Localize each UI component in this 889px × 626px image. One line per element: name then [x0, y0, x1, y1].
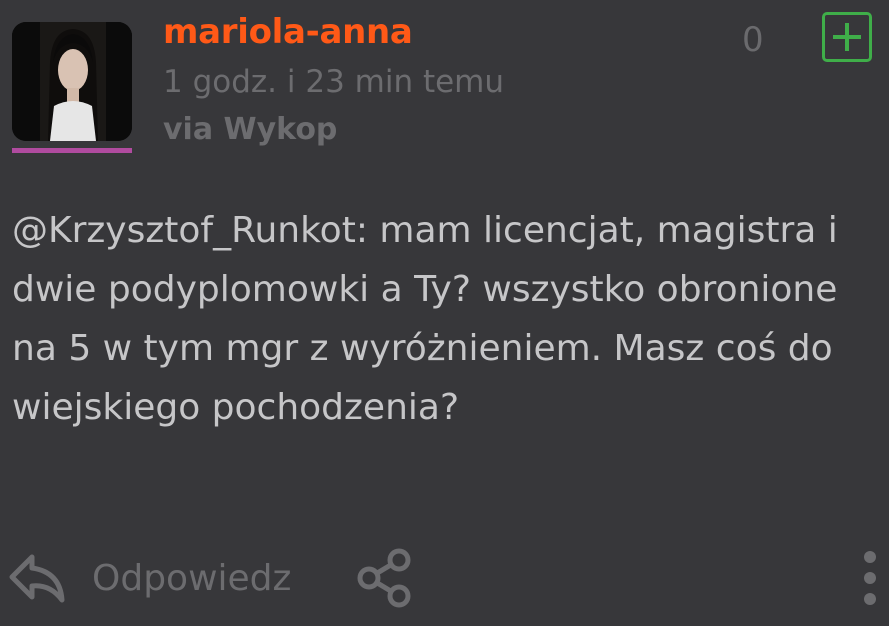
reply-arrow-icon: [9, 554, 65, 603]
vote-count: 0: [742, 20, 764, 60]
more-vertical-icon: [864, 551, 876, 605]
entry-source: via Wykop: [163, 112, 338, 147]
entry-timestamp[interactable]: 1 godz. i 23 min temu: [163, 62, 504, 102]
share-icon: [357, 548, 411, 608]
more-options-button[interactable]: [855, 548, 885, 612]
plus-icon: [833, 23, 861, 51]
avatar-accent-bar: [12, 148, 132, 153]
reply-button[interactable]: Odpowiedz: [8, 548, 291, 608]
reply-label: Odpowiedz: [92, 557, 292, 599]
avatar[interactable]: [12, 22, 132, 141]
user-mention-link[interactable]: @Krzysztof_Runkot: [12, 210, 356, 251]
share-button[interactable]: [352, 548, 416, 612]
plus-vote-button[interactable]: [822, 12, 872, 62]
entry-content: @Krzysztof_Runkot: mam licencjat, magist…: [12, 201, 872, 437]
author-username[interactable]: mariola-anna: [163, 10, 413, 54]
